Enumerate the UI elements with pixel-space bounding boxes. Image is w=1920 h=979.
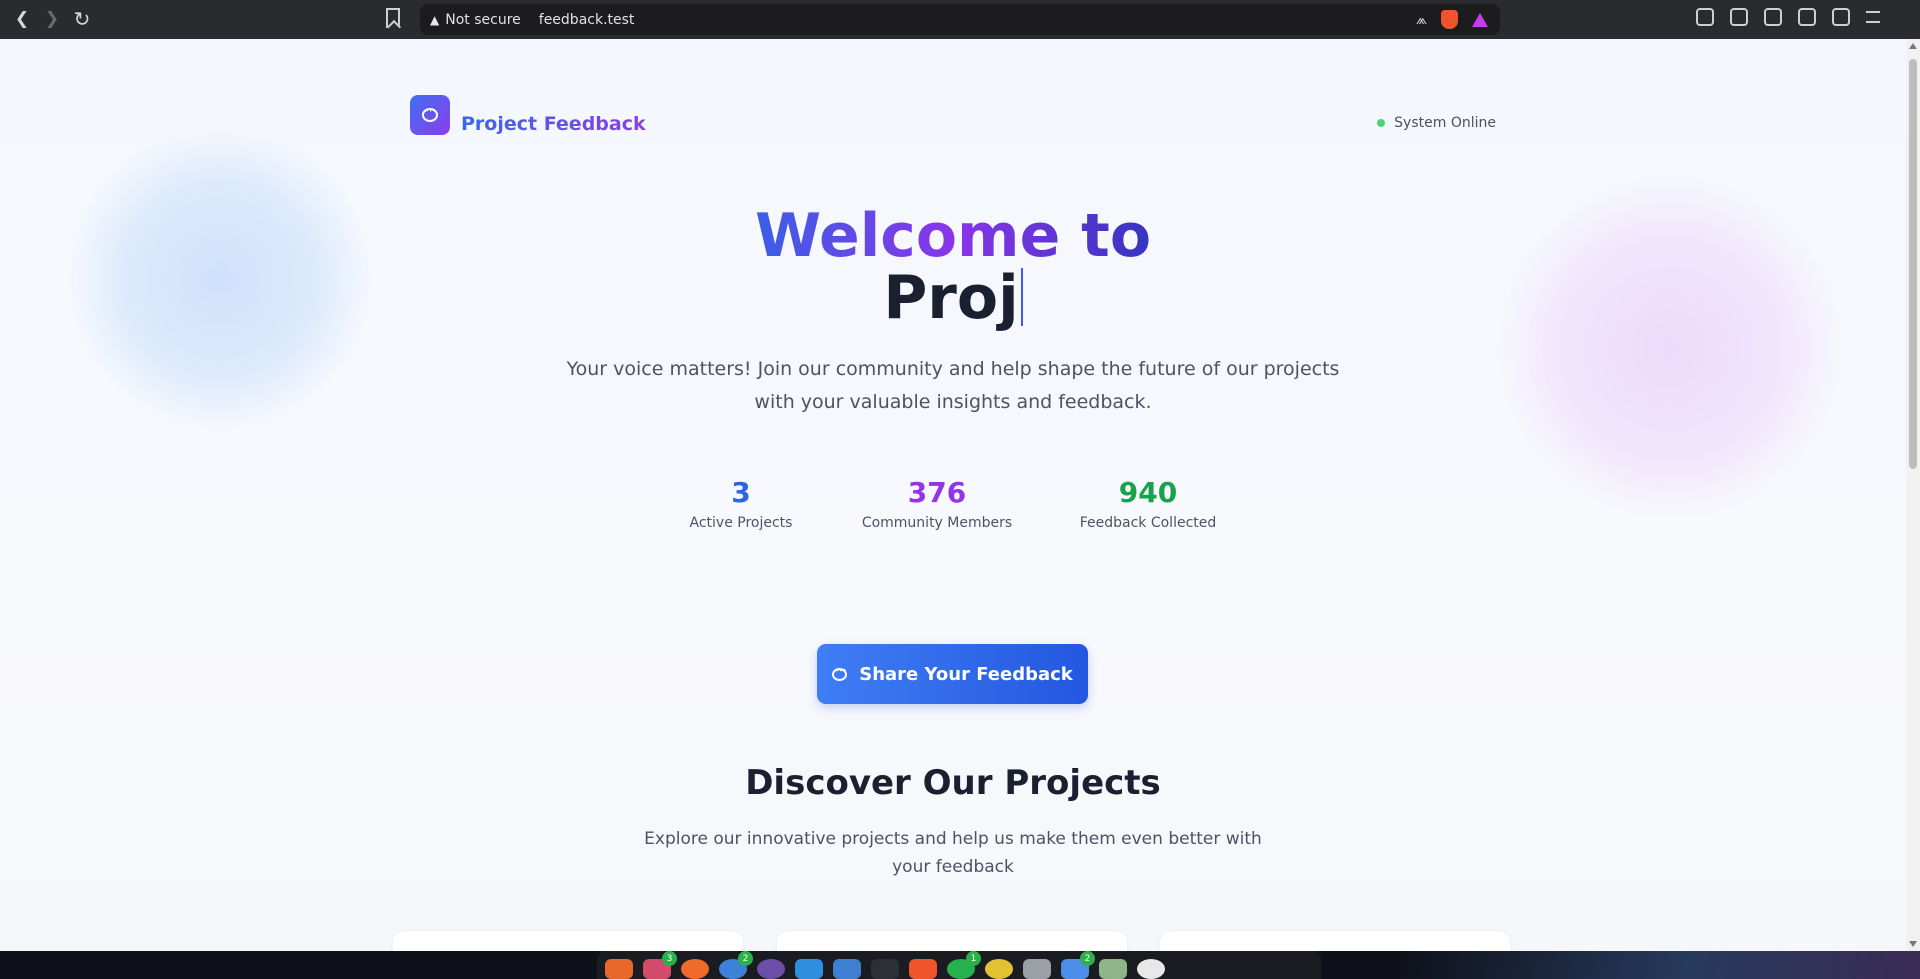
share-icon[interactable]: ⩕: [1416, 12, 1427, 28]
stat-label: Active Projects: [689, 515, 793, 531]
browser-toolbar: ❮ ❯ ↻ ▲ Not secure feedback.test ⩕: [0, 0, 1920, 39]
scroll-up-icon[interactable]: [1909, 43, 1917, 49]
page-scrollbar[interactable]: [1906, 39, 1920, 951]
sidebar-icon[interactable]: [1764, 8, 1782, 26]
stat-label: Feedback Collected: [1079, 515, 1217, 531]
stat-active-projects: 3 Active Projects: [671, 475, 811, 531]
wallet-icon[interactable]: [1798, 8, 1816, 26]
notification-badge: 3: [662, 951, 677, 966]
project-card[interactable]: [777, 931, 1127, 951]
notification-badge: 1: [966, 951, 981, 966]
share-feedback-button[interactable]: Share Your Feedback: [817, 644, 1088, 704]
stat-value: 3: [731, 476, 751, 509]
hero-title-gradient: Welcome to: [754, 201, 1152, 271]
hero-title-line1: Welcome to: [0, 203, 1906, 269]
screenshot-icon[interactable]: [1730, 8, 1748, 26]
media-player-icon[interactable]: [757, 959, 785, 979]
hero-title-line2: Proj: [0, 265, 1906, 331]
chat-bubble-icon: [422, 104, 438, 122]
page-content: Project Feedback System Online Welcome t…: [0, 39, 1906, 951]
os-taskbar: 3 2 1 2: [0, 951, 1920, 979]
security-label[interactable]: Not secure: [445, 12, 521, 28]
menu-icon[interactable]: [1866, 11, 1880, 23]
chat-bubble-icon: [832, 664, 848, 681]
project-card[interactable]: [1160, 931, 1510, 951]
address-bar[interactable]: ▲ Not secure feedback.test ⩕: [420, 4, 1500, 35]
forward-icon[interactable]: ❯: [38, 5, 66, 33]
chat-app-icon[interactable]: 2: [1061, 951, 1095, 979]
project-card[interactable]: [393, 931, 743, 951]
stat-community-members: 376 Community Members: [858, 475, 1016, 531]
hero-title-typed: Proj: [883, 263, 1019, 333]
typing-caret: [1020, 268, 1023, 326]
stat-feedback-collected: 940 Feedback Collected: [1068, 475, 1228, 531]
notification-badge: 2: [1080, 951, 1095, 966]
calendar-app-icon[interactable]: 3: [643, 951, 677, 979]
warning-icon: ▲: [430, 12, 440, 27]
text-editor-icon[interactable]: [833, 959, 861, 979]
brand-name[interactable]: Project Feedback: [461, 113, 646, 135]
stat-value: 376: [907, 476, 967, 509]
brave-browser-icon[interactable]: [909, 959, 937, 979]
whatsapp-icon[interactable]: 1: [947, 951, 981, 979]
brave-rewards-icon[interactable]: [1472, 12, 1488, 27]
music-app-icon[interactable]: [985, 959, 1013, 979]
bookmark-icon[interactable]: [386, 8, 400, 28]
trash-icon[interactable]: [1099, 959, 1127, 979]
chrome-icon[interactable]: 2: [719, 951, 753, 979]
firefox-icon[interactable]: [605, 959, 633, 979]
brave-shield-icon[interactable]: [1441, 10, 1458, 29]
stat-label: Community Members: [861, 515, 1013, 531]
projects-section-title: Discover Our Projects: [745, 763, 1161, 803]
status-dot-icon: [1377, 119, 1386, 127]
wallpaper-glow: [1400, 951, 1920, 979]
design-app-icon[interactable]: [681, 959, 709, 979]
app-grid-icon[interactable]: [1137, 959, 1165, 979]
vscode-icon[interactable]: [795, 959, 823, 979]
leo-ai-icon[interactable]: [1832, 8, 1850, 26]
url-text[interactable]: feedback.test: [539, 12, 635, 28]
status-label: System Online: [1394, 115, 1496, 131]
hero-subtitle: Your voice matters! Join our community a…: [566, 358, 1340, 413]
terminal-icon[interactable]: [871, 959, 899, 979]
back-icon[interactable]: ❮: [8, 5, 36, 33]
logo[interactable]: [410, 95, 450, 135]
extensions-icon[interactable]: [1696, 8, 1714, 26]
notification-badge: 2: [738, 951, 753, 966]
app-dock: 3 2 1 2: [597, 951, 1321, 979]
scroll-thumb[interactable]: [1909, 59, 1917, 469]
reload-icon[interactable]: ↻: [68, 5, 96, 33]
stat-value: 940: [1118, 476, 1178, 509]
scroll-down-icon[interactable]: [1909, 941, 1917, 947]
share-feedback-label: Share Your Feedback: [859, 663, 1073, 685]
projects-section-subtitle: Explore our innovative projects and help…: [644, 829, 1262, 877]
image-viewer-icon[interactable]: [1023, 959, 1051, 979]
system-status: System Online: [1377, 115, 1496, 131]
